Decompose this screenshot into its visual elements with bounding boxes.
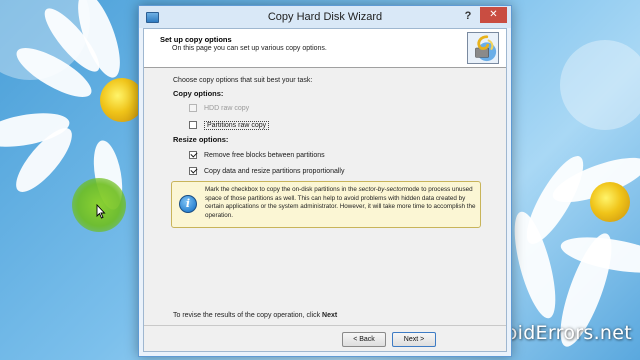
title-bar[interactable]: Copy Hard Disk Wizard ? ✕	[139, 6, 511, 28]
page-title: Set up copy options	[160, 35, 232, 44]
flower-center	[590, 182, 630, 222]
page-subtitle: On this page you can set up various copy…	[172, 45, 327, 52]
partitions-raw-copy-option[interactable]: Partitions raw copy	[189, 119, 270, 131]
copy-hard-disk-wizard-window: Copy Hard Disk Wizard ? ✕ Set up copy op…	[138, 5, 512, 357]
resize-proportionally-checkbox[interactable]	[189, 167, 197, 175]
page-header: Set up copy options On this page you can…	[144, 29, 506, 68]
resize-options-label: Resize options:	[173, 135, 229, 144]
wizard-logo-icon	[467, 32, 499, 64]
partitions-raw-copy-checkbox[interactable]	[189, 121, 197, 129]
close-button[interactable]: ✕	[480, 7, 507, 23]
remove-free-blocks-label: Remove free blocks between partitions	[204, 151, 325, 159]
help-button[interactable]: ?	[461, 9, 475, 24]
next-button[interactable]: Next >	[392, 332, 436, 347]
footer-note: To revise the results of the copy operat…	[173, 312, 338, 319]
hdd-raw-copy-option[interactable]: HDD raw copy	[189, 102, 249, 114]
info-emphasis: sector-by-sector	[358, 186, 404, 193]
mouse-pointer-icon	[96, 204, 106, 219]
copy-options-label: Copy options:	[173, 89, 224, 98]
hdd-raw-copy-label: HDD raw copy	[204, 104, 250, 112]
footer-note-next: Next	[322, 312, 338, 319]
resize-proportionally-option[interactable]: Copy data and resize partitions proporti…	[189, 165, 344, 177]
partitions-raw-copy-label: Partitions raw copy	[204, 120, 270, 130]
remove-free-blocks-checkbox[interactable]	[189, 151, 197, 159]
wizard-page: Set up copy options On this page you can…	[143, 28, 507, 352]
remove-free-blocks-option[interactable]: Remove free blocks between partitions	[189, 149, 325, 161]
instruction-text: Choose copy options that suit best your …	[173, 77, 313, 84]
info-panel: i Mark the checkbox to copy the on-disk …	[171, 181, 481, 228]
footer-divider	[144, 325, 506, 326]
bokeh-light	[560, 40, 640, 130]
resize-proportionally-label: Copy data and resize partitions proporti…	[204, 167, 345, 175]
info-icon: i	[179, 195, 197, 213]
info-text: Mark the checkbox to copy the on-disk pa…	[205, 186, 476, 219]
hdd-raw-copy-checkbox[interactable]	[189, 104, 197, 112]
window-title: Copy Hard Disk Wizard	[267, 11, 383, 23]
back-button[interactable]: < Back	[342, 332, 386, 347]
